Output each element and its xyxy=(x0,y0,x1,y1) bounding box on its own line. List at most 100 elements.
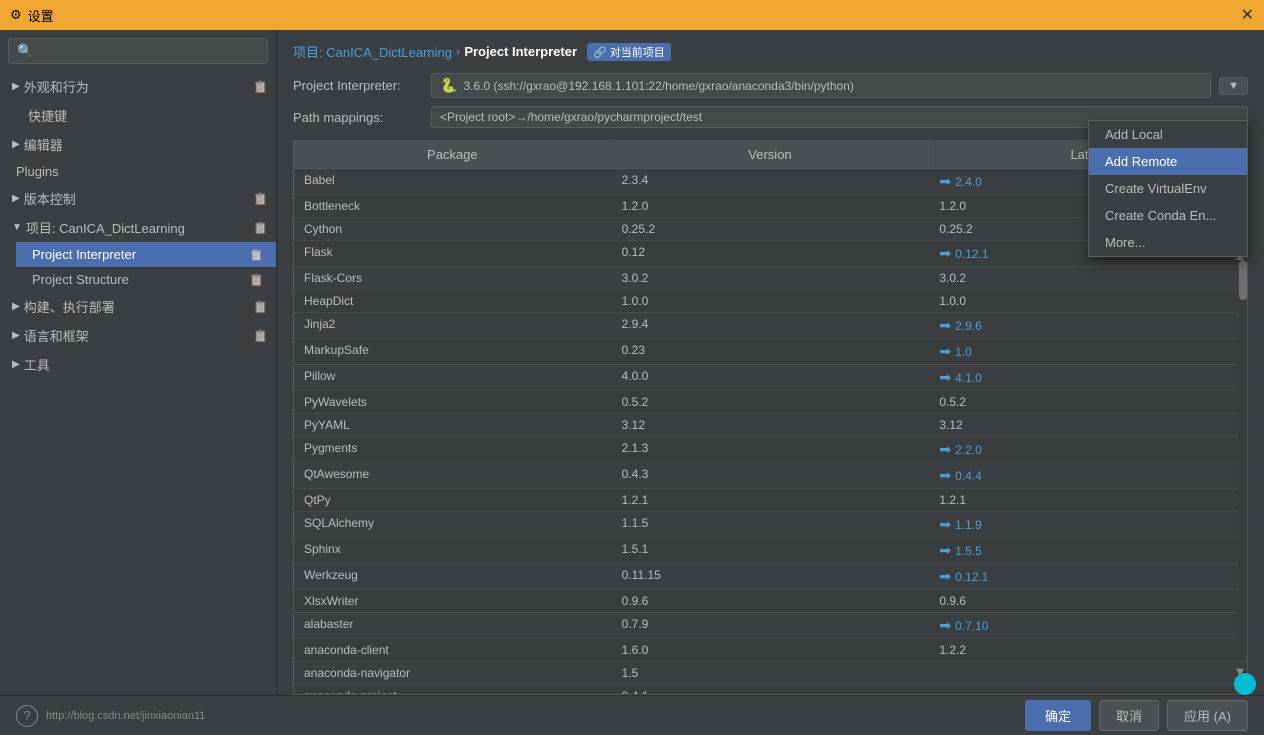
table-row[interactable]: Flask-Cors3.0.23.0.2 xyxy=(294,267,1247,290)
sidebar-item-languages[interactable]: ▶ 语言和框架 📋 xyxy=(0,321,276,350)
dropdown-item-add-local[interactable]: Add Local xyxy=(1089,121,1247,148)
sidebar: 🔍 ▶ 外观和行为 📋 快捷键 ▶ 编辑器 Plugins ▶ 版本控制 📋 ▼… xyxy=(0,30,277,695)
cell-version: 1.5 xyxy=(612,662,930,684)
search-input[interactable] xyxy=(39,44,259,59)
table-row[interactable]: MarkupSafe0.23➡1.0 xyxy=(294,339,1247,365)
main-layout: 🔍 ▶ 外观和行为 📋 快捷键 ▶ 编辑器 Plugins ▶ 版本控制 📋 ▼… xyxy=(0,30,1264,695)
cell-version: 1.2.1 xyxy=(612,489,930,511)
close-button[interactable]: ✕ xyxy=(1241,5,1254,25)
sidebar-item-project[interactable]: ▼ 项目: CanICA_DictLearning 📋 xyxy=(0,213,276,242)
dropdown-item-create-venv[interactable]: Create VirtualEnv xyxy=(1089,175,1247,202)
table-row[interactable]: Pygments2.1.3➡2.2.0 xyxy=(294,437,1247,463)
breadcrumb: 项目: CanICA_DictLearning › Project Interp… xyxy=(277,30,1264,69)
sidebar-item-label: 工具 xyxy=(24,355,50,374)
update-arrow-icon: ➡ xyxy=(939,343,951,360)
interpreter-dropdown-button[interactable]: ▼ xyxy=(1219,77,1248,95)
sidebar-item-label: 项目: CanICA_DictLearning xyxy=(26,218,185,237)
latest-value: 2.4.0 xyxy=(955,175,982,189)
copy-icon: 📋 xyxy=(253,329,268,343)
cancel-button[interactable]: 取消 xyxy=(1099,700,1159,731)
sidebar-item-build[interactable]: ▶ 构建、执行部署 📋 xyxy=(0,292,276,321)
sidebar-item-project-interpreter[interactable]: Project Interpreter 📋 xyxy=(16,242,276,267)
arrow-icon: ▶ xyxy=(12,139,20,150)
table-row[interactable]: SQLAlchemy1.1.5➡1.1.9 xyxy=(294,512,1247,538)
cell-package: Cython xyxy=(294,218,612,240)
table-row[interactable]: alabaster0.7.9➡0.7.10 xyxy=(294,613,1247,639)
cell-version: 0.4.3 xyxy=(612,463,930,488)
sidebar-item-tools[interactable]: ▶ 工具 xyxy=(0,350,276,379)
table-row[interactable]: anaconda-project0.4.1 xyxy=(294,685,1247,694)
breadcrumb-badge: 🔗 对当前项目 xyxy=(587,43,671,61)
update-arrow-icon: ➡ xyxy=(939,617,951,634)
cell-version: 1.1.5 xyxy=(612,512,930,537)
update-arrow-icon: ➡ xyxy=(939,317,951,334)
cell-package: Werkzeug xyxy=(294,564,612,589)
latest-value: 0.4.4 xyxy=(955,469,982,483)
cell-package: Babel xyxy=(294,169,612,194)
title-bar-left: ⚙ 设置 xyxy=(10,6,54,25)
cell-version: 0.11.15 xyxy=(612,564,930,589)
cell-version: 1.6.0 xyxy=(612,639,930,661)
scrollbar-thumb[interactable] xyxy=(1239,260,1247,300)
sidebar-item-project-structure[interactable]: Project Structure 📋 xyxy=(16,267,276,292)
cell-package: SQLAlchemy xyxy=(294,512,612,537)
dropdown-menu: Add LocalAdd RemoteCreate VirtualEnvCrea… xyxy=(1088,120,1248,257)
dropdown-item-more[interactable]: More... xyxy=(1089,229,1247,256)
sidebar-item-plugins[interactable]: Plugins xyxy=(0,159,276,184)
update-arrow-icon: ➡ xyxy=(939,568,951,585)
cell-package: anaconda-project xyxy=(294,685,612,694)
update-arrow-icon: ➡ xyxy=(939,467,951,484)
table-row[interactable]: Jinja22.9.4➡2.9.6 xyxy=(294,313,1247,339)
sidebar-item-label: 编辑器 xyxy=(24,135,63,154)
cell-latest xyxy=(929,662,1247,684)
cell-version: 3.12 xyxy=(612,414,930,436)
vertical-scrollbar[interactable] xyxy=(1239,260,1247,660)
ok-button[interactable]: 确定 xyxy=(1025,700,1091,731)
cell-latest: ➡2.2.0 xyxy=(929,437,1247,462)
arrow-down-icon: ▼ xyxy=(12,222,22,233)
table-row[interactable]: anaconda-client1.6.01.2.2 xyxy=(294,639,1247,662)
cell-version: 2.3.4 xyxy=(612,169,930,194)
table-row[interactable]: XlsxWriter0.9.60.9.6 xyxy=(294,590,1247,613)
latest-value: 1.5.5 xyxy=(955,544,982,558)
cell-package: MarkupSafe xyxy=(294,339,612,364)
update-arrow-icon: ➡ xyxy=(939,173,951,190)
dropdown-item-create-conda[interactable]: Create Conda En... xyxy=(1089,202,1247,229)
table-row[interactable]: QtPy1.2.11.2.1 xyxy=(294,489,1247,512)
table-row[interactable]: Sphinx1.5.1➡1.5.5 xyxy=(294,538,1247,564)
table-row[interactable]: Werkzeug0.11.15 ➡ 0.12.1 xyxy=(294,564,1247,590)
sidebar-item-keymap[interactable]: 快捷键 xyxy=(0,101,276,130)
sidebar-item-vcs[interactable]: ▶ 版本控制 📋 xyxy=(0,184,276,213)
table-row[interactable]: PyWavelets0.5.20.5.2 xyxy=(294,391,1247,414)
cell-package: PyYAML xyxy=(294,414,612,436)
cell-latest: ➡1.1.9 xyxy=(929,512,1247,537)
copy-icon: 📋 xyxy=(249,248,264,262)
table-row[interactable]: QtAwesome0.4.3➡0.4.4 xyxy=(294,463,1247,489)
apply-button[interactable]: 应用 (A) xyxy=(1167,700,1248,731)
cell-package: Flask-Cors xyxy=(294,267,612,289)
search-box[interactable]: 🔍 xyxy=(8,38,268,64)
breadcrumb-project: 项目: CanICA_DictLearning xyxy=(293,42,452,61)
table-row[interactable]: anaconda-navigator1.5 xyxy=(294,662,1247,685)
latest-value: 0.12.1 xyxy=(955,570,988,584)
cell-package: QtPy xyxy=(294,489,612,511)
cell-latest: 0.9.6 xyxy=(929,590,1247,612)
sidebar-item-appearance[interactable]: ▶ 外观和行为 📋 xyxy=(0,72,276,101)
table-row[interactable]: PyYAML3.123.12 xyxy=(294,414,1247,437)
cell-latest xyxy=(929,685,1247,694)
sidebar-item-editor[interactable]: ▶ 编辑器 xyxy=(0,130,276,159)
cell-package: XlsxWriter xyxy=(294,590,612,612)
dropdown-item-add-remote[interactable]: Add Remote xyxy=(1089,148,1247,175)
help-button[interactable]: ? xyxy=(16,705,38,727)
sidebar-item-label: Project Interpreter xyxy=(32,247,136,262)
arrow-icon: ▶ xyxy=(12,193,20,204)
cell-latest: ➡1.0 xyxy=(929,339,1247,364)
update-arrow-icon: ➡ xyxy=(939,542,951,559)
sidebar-item-label: Project Structure xyxy=(32,272,129,287)
cell-version: 0.5.2 xyxy=(612,391,930,413)
cell-version: 1.5.1 xyxy=(612,538,930,563)
table-row[interactable]: HeapDict1.0.01.0.0 xyxy=(294,290,1247,313)
table-row[interactable]: Pillow4.0.0➡4.1.0 xyxy=(294,365,1247,391)
update-arrow-icon: ➡ xyxy=(939,369,951,386)
cell-version: 0.12 xyxy=(612,241,930,266)
